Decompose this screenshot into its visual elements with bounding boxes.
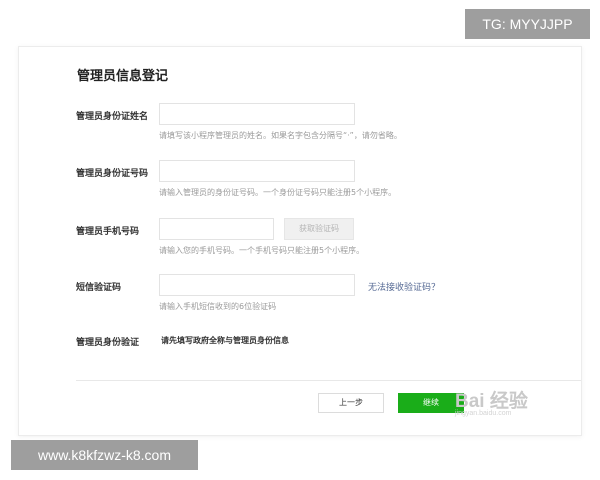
url-overlay-badge: www.k8kfzwz-k8.com (11, 440, 198, 470)
identity-verify-label: 管理员身份验证 (76, 338, 140, 348)
cannot-receive-code-link[interactable]: 无法接收验证码？ (368, 280, 440, 293)
admin-phone-label: 管理员手机号码 (76, 227, 140, 237)
baidu-watermark-text: Bai 经验 (455, 391, 528, 412)
admin-phone-input[interactable] (159, 218, 274, 240)
admin-id-hint: 请输入管理员的身份证号码。一个身份证号码只能注册5个小程序。 (159, 188, 397, 197)
identity-verify-status: 请先填写政府全称与管理员身份信息 (161, 336, 289, 345)
admin-phone-hint: 请输入您的手机号码。一个手机号码只能注册5个小程序。 (159, 246, 365, 255)
admin-id-input[interactable] (159, 160, 355, 182)
sms-code-hint: 请输入手机短信收到的6位验证码 (159, 302, 277, 311)
admin-name-input[interactable] (159, 103, 355, 125)
page-title: 管理员信息登记 (77, 69, 169, 84)
tg-overlay-badge: TG: MYYJJPP (465, 9, 590, 39)
baidu-watermark-sub: jingyan.baidu.com (455, 410, 512, 417)
prev-step-button[interactable]: 上一步 (318, 393, 384, 413)
baidu-watermark: Bai 经验 jingyan.baidu.com (455, 380, 565, 424)
admin-name-label: 管理员身份证姓名 (76, 112, 149, 122)
admin-id-label: 管理员身份证号码 (76, 169, 149, 179)
admin-name-hint: 请填写该小程序管理员的姓名。如果名字包含分隔号“·”，请勿省略。 (159, 131, 402, 140)
screenshot-frame: TG: MYYJJPP 管理员信息登记 管理员身份证姓名 请填写该小程序管理员的… (0, 0, 600, 480)
sms-code-input[interactable] (159, 274, 355, 296)
registration-card: 管理员信息登记 管理员身份证姓名 请填写该小程序管理员的姓名。如果名字包含分隔号… (18, 46, 582, 436)
get-code-button[interactable]: 获取验证码 (284, 218, 354, 240)
sms-code-label: 短信验证码 (76, 283, 122, 293)
